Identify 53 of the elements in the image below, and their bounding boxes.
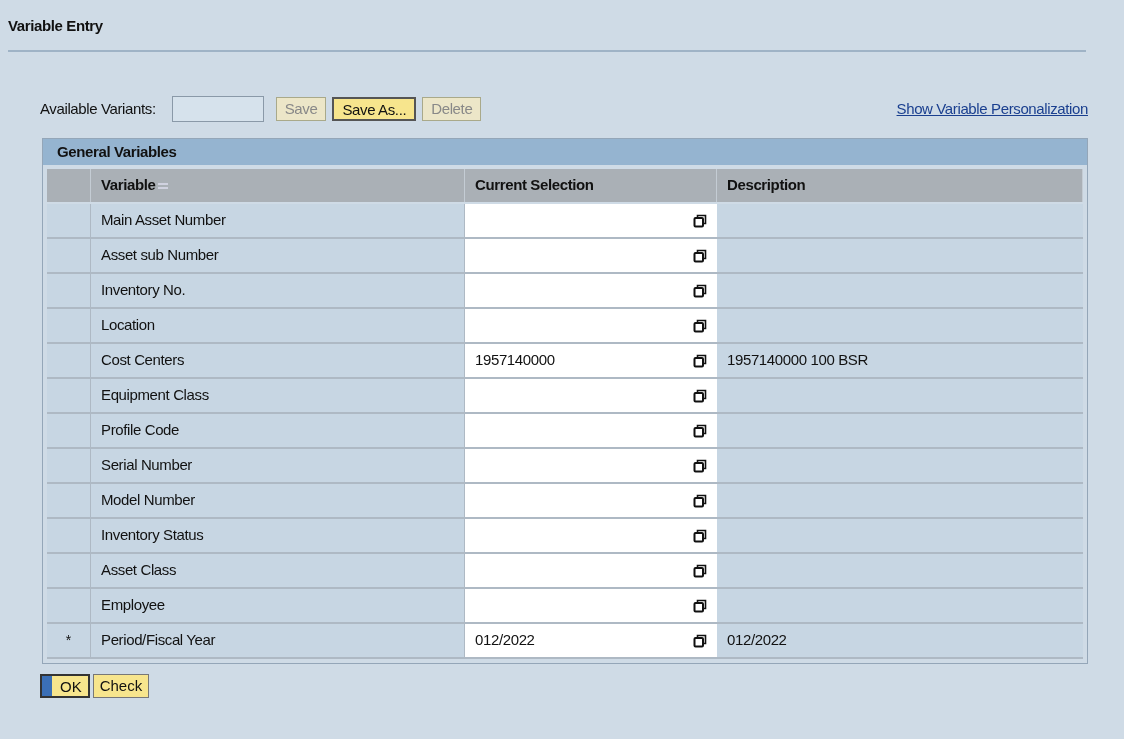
selection-field[interactable]: [465, 239, 717, 272]
ok-button[interactable]: OK: [40, 674, 90, 698]
variable-cell: Cost Centers: [91, 344, 465, 377]
variable-cell: Main Asset Number: [91, 204, 465, 237]
variable-cell: Serial Number: [91, 449, 465, 482]
selection-field[interactable]: [465, 274, 717, 307]
variable-cell: Asset sub Number: [91, 239, 465, 272]
description-cell: 1957140000 100 BSR: [717, 344, 1083, 377]
variable-cell: Equipment Class: [91, 379, 465, 412]
value-help-icon[interactable]: [693, 458, 707, 473]
value-help-icon[interactable]: [693, 633, 707, 648]
variable-cell: Asset Class: [91, 554, 465, 587]
selection-field[interactable]: [465, 484, 717, 517]
column-header[interactable]: Variable: [91, 169, 465, 202]
variable-cell: Profile Code: [91, 414, 465, 447]
value-help-icon[interactable]: [693, 213, 707, 228]
selection-field[interactable]: 1957140000: [465, 344, 717, 377]
variable-cell: Location: [91, 309, 465, 342]
selection-field[interactable]: [465, 449, 717, 482]
variant-button[interactable]: Save As...: [332, 97, 417, 121]
selection-field[interactable]: [465, 379, 717, 412]
value-help-icon[interactable]: [693, 353, 707, 368]
value-help-icon[interactable]: [693, 248, 707, 263]
variable-cell: Period/Fiscal Year: [91, 624, 465, 657]
selection-field[interactable]: [465, 589, 717, 622]
value-help-icon[interactable]: [693, 318, 707, 333]
variable-cell: Inventory Status: [91, 519, 465, 552]
row-marker-cell: *: [47, 624, 91, 657]
selection-field[interactable]: [465, 554, 717, 587]
selection-field[interactable]: 012/2022: [465, 624, 717, 657]
check-button[interactable]: Check: [92, 674, 150, 698]
personalization-link[interactable]: Show Variable Personalization: [896, 97, 1088, 121]
variants-field[interactable]: [171, 96, 264, 122]
value-help-icon[interactable]: [693, 283, 707, 298]
column-header[interactable]: Current Selection: [465, 169, 717, 202]
window-title: Variable Entry: [8, 17, 103, 34]
selection-field[interactable]: [465, 204, 717, 237]
description-cell: 012/2022: [717, 624, 1083, 657]
variable-cell: Employee: [91, 589, 465, 622]
variable-cell: Inventory No.: [91, 274, 465, 307]
selection-field[interactable]: [465, 519, 717, 552]
value-help-icon[interactable]: [693, 493, 707, 508]
variable-cell: Model Number: [91, 484, 465, 517]
value-help-icon[interactable]: [693, 423, 707, 438]
value-help-icon[interactable]: [693, 598, 707, 613]
selection-field[interactable]: [465, 309, 717, 342]
column-header[interactable]: Description: [717, 169, 1083, 202]
value-help-icon[interactable]: [693, 563, 707, 578]
value-help-icon[interactable]: [693, 388, 707, 403]
table-title: General Variables: [57, 141, 177, 162]
selection-field[interactable]: [465, 414, 717, 447]
variants-label: Available Variants:: [40, 98, 156, 119]
value-help-icon[interactable]: [693, 528, 707, 543]
